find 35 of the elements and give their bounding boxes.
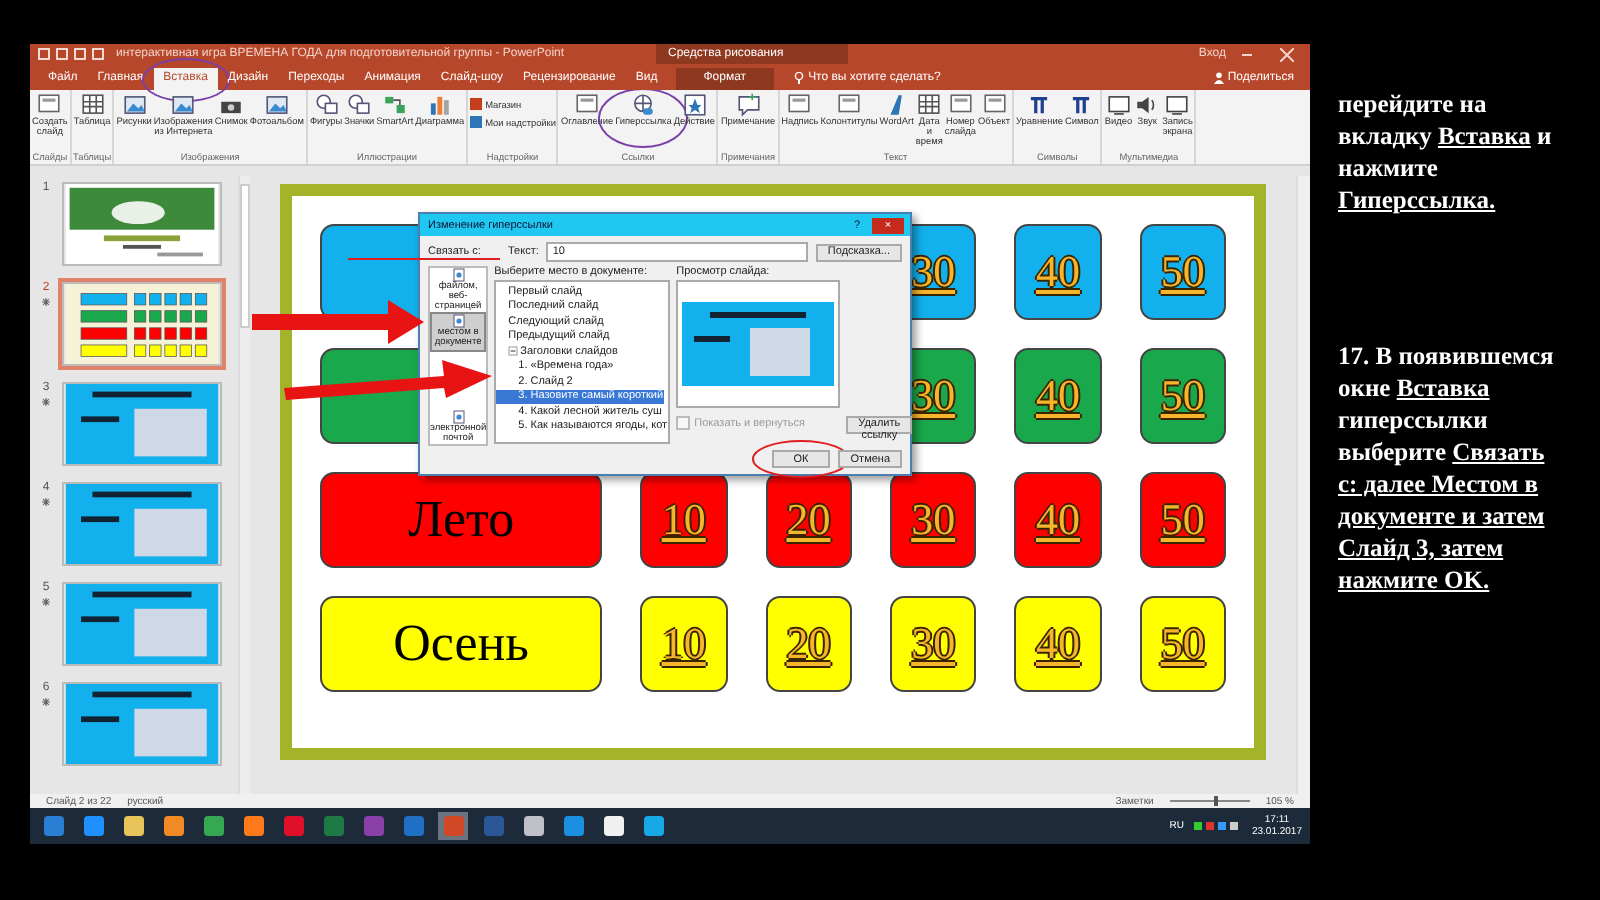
person-icon bbox=[1213, 72, 1224, 84]
scrollbar[interactable] bbox=[1296, 176, 1310, 794]
taskbar-app[interactable] bbox=[118, 812, 148, 840]
document-icon bbox=[451, 314, 466, 329]
season-card[interactable]: Лето bbox=[320, 472, 603, 568]
slide-thumbnail[interactable] bbox=[62, 682, 222, 766]
picture-icon bbox=[121, 92, 148, 118]
scrollbar[interactable] bbox=[238, 176, 250, 794]
slide-thumbnail[interactable] bbox=[62, 382, 222, 466]
taskbar-app[interactable] bbox=[598, 812, 628, 840]
slide-thumbnail[interactable] bbox=[62, 282, 222, 366]
taskbar-app[interactable] bbox=[518, 812, 548, 840]
symbol-icon bbox=[1068, 92, 1095, 118]
minimize-icon[interactable] bbox=[1242, 53, 1252, 55]
taskbar-app[interactable] bbox=[238, 812, 268, 840]
picture-icon bbox=[170, 92, 197, 118]
scrollbar-thumb[interactable] bbox=[240, 184, 250, 328]
collapse-icon[interactable] bbox=[508, 346, 519, 357]
chart-icon bbox=[426, 92, 453, 118]
slide-thumbnail[interactable] bbox=[62, 582, 222, 666]
document-icon bbox=[451, 409, 466, 424]
instruction-paragraph: 17. В появившемся окне Вставка гиперссылки выберите Связать с: далее Местом в документе и затем Слайд 3, затем нажмите OK. bbox=[1338, 340, 1556, 596]
symbol-icon bbox=[1026, 92, 1053, 118]
slide-thumbnail[interactable] bbox=[62, 182, 222, 266]
taskbar-app[interactable] bbox=[638, 812, 668, 840]
tray-icons[interactable] bbox=[1193, 820, 1242, 832]
instruction-paragraph: перейдите на вкладку Вставка и нажмите Гиперссылка. bbox=[1338, 88, 1554, 216]
slide-thumbnail[interactable] bbox=[62, 482, 222, 566]
picture-icon bbox=[263, 92, 290, 118]
lightbulb-icon bbox=[794, 72, 805, 84]
smartart-icon bbox=[381, 92, 408, 118]
season-card[interactable]: Осень bbox=[320, 596, 603, 692]
taskbar-app[interactable] bbox=[158, 812, 188, 840]
zoom-thumb[interactable] bbox=[1213, 796, 1218, 806]
close-icon[interactable] bbox=[1280, 47, 1294, 61]
